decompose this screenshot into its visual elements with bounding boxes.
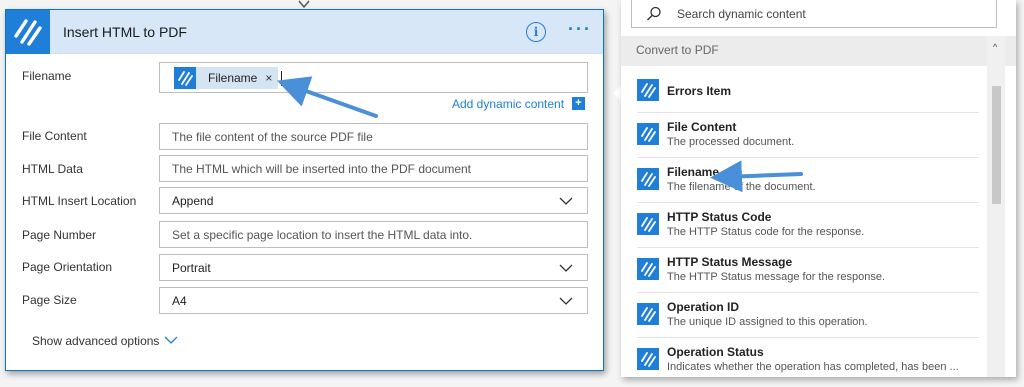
chevron-down-icon bbox=[559, 297, 573, 305]
file-content-input[interactable]: The file content of the source PDF file bbox=[159, 123, 588, 150]
connector-logo-icon bbox=[637, 79, 659, 101]
scroll-up-icon[interactable]: ^ bbox=[993, 42, 997, 52]
page-orientation-select[interactable]: Portrait bbox=[159, 254, 588, 281]
divider bbox=[637, 292, 979, 293]
list-item-title: HTTP Status Code bbox=[667, 210, 772, 224]
divider bbox=[637, 112, 979, 113]
list-item-errors-item[interactable]: Errors Item bbox=[627, 70, 985, 115]
list-item-http-status-message[interactable]: HTTP Status Message The HTTP Status mess… bbox=[627, 249, 985, 294]
list-item-title: Errors Item bbox=[667, 84, 732, 98]
filename-label: Filename bbox=[22, 69, 72, 83]
add-dynamic-content-icon[interactable]: + bbox=[572, 97, 585, 110]
filename-input[interactable]: Filename × bbox=[159, 62, 588, 93]
html-insert-location-select[interactable]: Append bbox=[159, 187, 588, 214]
page-number-placeholder: Set a specific page location to insert t… bbox=[172, 227, 473, 242]
list-item-title: Operation ID bbox=[667, 300, 740, 314]
chevron-down-icon bbox=[559, 197, 573, 205]
html-data-placeholder: The HTML which will be inserted into the… bbox=[172, 161, 472, 176]
search-icon bbox=[647, 6, 661, 21]
list-item-description: The HTTP Status code for the response. bbox=[667, 226, 865, 238]
html-data-input[interactable]: The HTML which will be inserted into the… bbox=[159, 155, 588, 182]
search-placeholder: Search dynamic content bbox=[677, 7, 806, 21]
flow-connector-icon bbox=[298, 0, 310, 9]
divider bbox=[637, 157, 979, 158]
token-label: Filename bbox=[208, 71, 258, 85]
connector-logo-icon bbox=[6, 10, 50, 54]
list-item-filename[interactable]: Filename The filename of the document. bbox=[627, 159, 985, 204]
card-title: Insert HTML to PDF bbox=[63, 24, 187, 40]
list-item-http-status-code[interactable]: HTTP Status Code The HTTP Status code fo… bbox=[627, 204, 985, 249]
list-item-description: The HTTP Status message for the response… bbox=[667, 271, 886, 283]
page-number-label: Page Number bbox=[22, 228, 97, 242]
add-dynamic-content-link[interactable]: Add dynamic content bbox=[452, 97, 564, 111]
list-item-description: The unique ID assigned to this operation… bbox=[667, 316, 868, 328]
list-item-title: Operation Status bbox=[667, 345, 764, 359]
connector-logo-icon bbox=[637, 303, 659, 325]
page-orientation-value: Portrait bbox=[172, 260, 211, 275]
more-options-icon[interactable]: ··· bbox=[568, 19, 592, 40]
filename-token[interactable]: Filename × bbox=[174, 67, 278, 89]
connector-logo-icon bbox=[637, 213, 659, 235]
card-header[interactable]: Insert HTML to PDF i ··· bbox=[6, 10, 603, 54]
dynamic-content-panel: Search dynamic content Convert to PDF ^ … bbox=[621, 0, 1016, 377]
chevron-down-icon bbox=[559, 264, 573, 272]
list-item-description: The filename of the document. bbox=[667, 181, 816, 193]
list-item-operation-status[interactable]: Operation Status Indicates whether the o… bbox=[627, 339, 985, 377]
section-title: Convert to PDF bbox=[636, 43, 719, 57]
info-icon[interactable]: i bbox=[526, 22, 546, 42]
page-size-label: Page Size bbox=[22, 293, 77, 307]
page-orientation-label: Page Orientation bbox=[22, 260, 113, 274]
list-item-description: The processed document. bbox=[667, 136, 795, 148]
divider bbox=[637, 202, 979, 203]
html-insert-location-value: Append bbox=[172, 193, 214, 208]
list-item-operation-id[interactable]: Operation ID The unique ID assigned to t… bbox=[627, 294, 985, 339]
scrollbar[interactable]: ^ bbox=[987, 36, 1005, 377]
file-content-label: File Content bbox=[22, 129, 87, 143]
connector-logo-icon bbox=[637, 123, 659, 145]
show-advanced-options-link[interactable]: Show advanced options bbox=[32, 334, 159, 348]
divider bbox=[637, 337, 979, 338]
file-content-placeholder: The file content of the source PDF file bbox=[172, 129, 373, 144]
scroll-thumb[interactable] bbox=[992, 86, 1001, 204]
chevron-down-icon[interactable] bbox=[164, 335, 178, 345]
list-item-description: Indicates whether the operation has comp… bbox=[667, 361, 959, 373]
connector-logo-icon bbox=[637, 258, 659, 280]
connector-logo-icon bbox=[637, 348, 659, 370]
search-input[interactable]: Search dynamic content bbox=[631, 0, 997, 28]
connector-logo-icon bbox=[174, 67, 196, 89]
action-card: Insert HTML to PDF i ··· Filename Filena… bbox=[5, 9, 604, 371]
list-item-title: Filename bbox=[667, 165, 720, 179]
divider bbox=[637, 247, 979, 248]
page-size-value: A4 bbox=[172, 293, 187, 308]
section-header: Convert to PDF bbox=[621, 36, 1016, 66]
text-cursor bbox=[281, 71, 282, 86]
canvas: Insert HTML to PDF i ··· Filename Filena… bbox=[0, 0, 1024, 387]
html-data-label: HTML Data bbox=[22, 162, 83, 176]
page-size-select[interactable]: A4 bbox=[159, 287, 588, 314]
connector-logo-icon bbox=[637, 168, 659, 190]
html-insert-location-label: HTML Insert Location bbox=[22, 194, 137, 208]
list-item-title: HTTP Status Message bbox=[667, 255, 793, 269]
list-item-title: File Content bbox=[667, 120, 737, 134]
page-number-input[interactable]: Set a specific page location to insert t… bbox=[159, 221, 588, 248]
list-item-file-content[interactable]: File Content The processed document. bbox=[627, 114, 985, 159]
remove-token-icon[interactable]: × bbox=[265, 71, 272, 85]
